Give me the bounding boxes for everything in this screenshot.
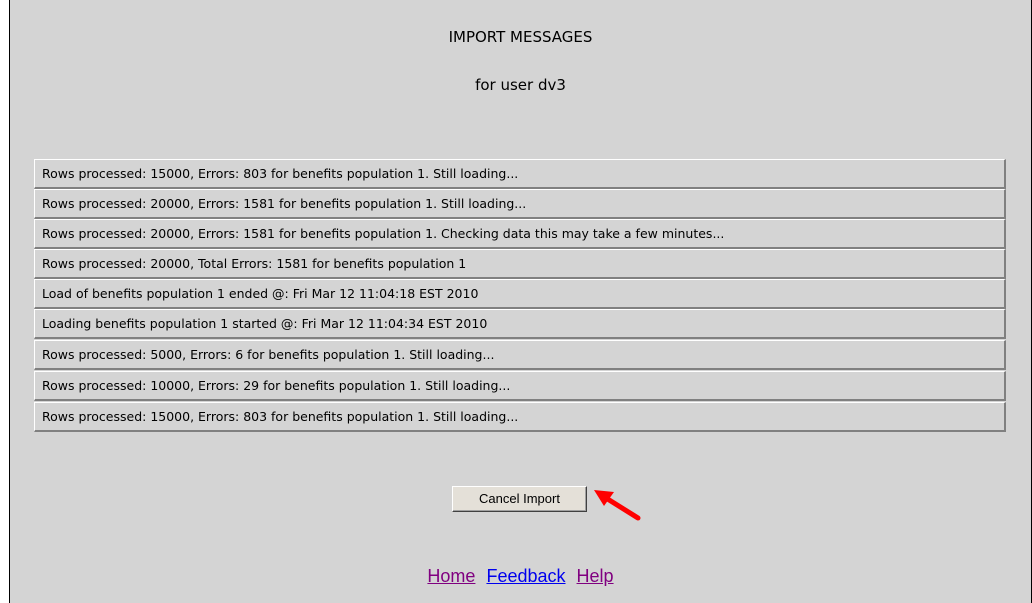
red-arrow-icon [594,490,641,521]
message-row: Load of benefits population 1 ended @: F… [34,279,1006,309]
message-row: Rows processed: 20000, Total Errors: 158… [34,249,1006,279]
message-row: Loading benefits population 1 started @:… [34,309,1006,339]
message-row: Rows processed: 15000, Errors: 803 for b… [34,402,1006,432]
page-title: IMPORT MESSAGES [448,28,593,46]
message-row: Rows processed: 15000, Errors: 803 for b… [34,159,1006,189]
home-link[interactable]: Home [427,566,475,586]
help-link[interactable]: Help [577,566,614,586]
footer-links: Home Feedback Help [10,566,1031,587]
message-row: Rows processed: 20000, Errors: 1581 for … [34,189,1006,219]
message-row: Rows processed: 5000, Errors: 6 for bene… [34,340,1006,370]
message-row: Rows processed: 20000, Errors: 1581 for … [34,219,1006,249]
message-list: Rows processed: 15000, Errors: 803 for b… [34,159,1006,432]
message-row: Rows processed: 10000, Errors: 29 for be… [34,371,1006,401]
page-frame: IMPORT MESSAGES for user dv3 Rows proces… [9,0,1032,603]
page-subtitle: for user dv3 [475,76,566,94]
cancel-import-button[interactable]: Cancel Import [452,486,587,512]
feedback-link[interactable]: Feedback [486,566,565,586]
